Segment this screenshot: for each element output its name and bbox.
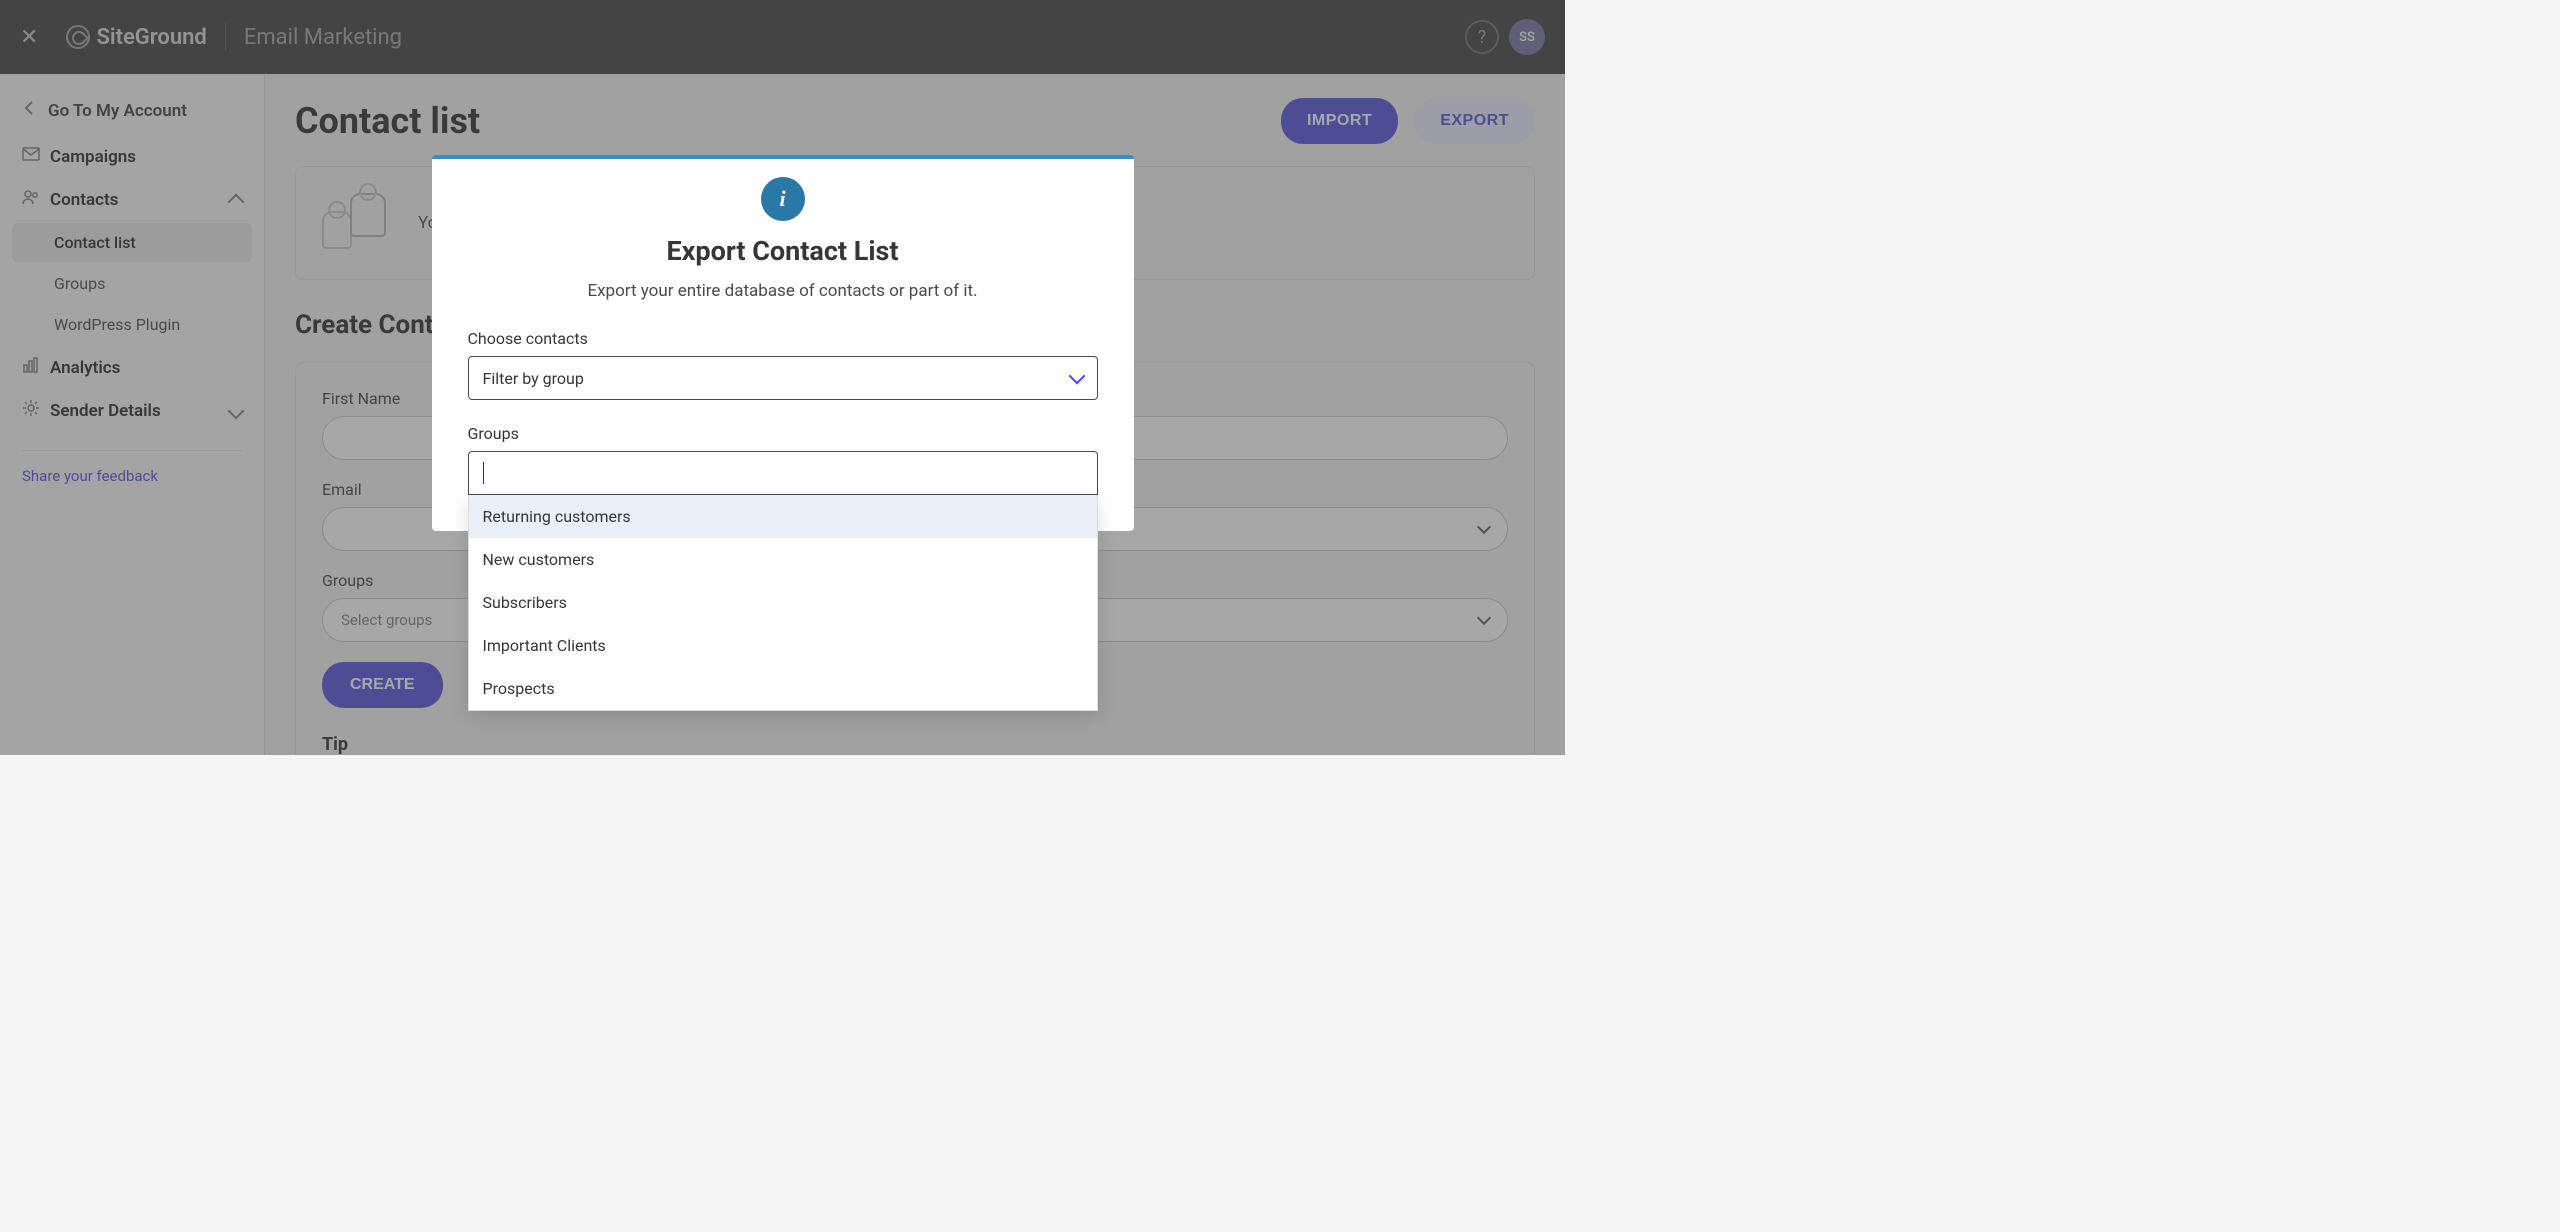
groups-filter-label: Groups <box>468 424 1098 443</box>
modal-title: Export Contact List <box>468 235 1098 267</box>
choose-contacts-label: Choose contacts <box>468 329 1098 348</box>
modal-overlay[interactable]: i Export Contact List Export your entire… <box>0 0 1565 755</box>
chevron-down-icon <box>1068 368 1085 385</box>
group-option[interactable]: Important Clients <box>469 624 1097 667</box>
groups-combobox: Returning customers New customers Subscr… <box>468 451 1098 495</box>
choose-contacts-select[interactable]: Filter by group <box>468 356 1098 400</box>
group-option[interactable]: Prospects <box>469 667 1097 710</box>
group-option[interactable]: Returning customers <box>469 495 1097 538</box>
group-option[interactable]: New customers <box>469 538 1097 581</box>
info-icon: i <box>761 177 805 221</box>
text-cursor <box>483 462 484 484</box>
choose-contacts-value: Filter by group <box>483 369 584 388</box>
groups-combobox-input[interactable] <box>468 451 1098 495</box>
modal-subtitle: Export your entire database of contacts … <box>468 281 1098 301</box>
group-option[interactable]: Subscribers <box>469 581 1097 624</box>
export-contact-list-modal: i Export Contact List Export your entire… <box>432 155 1134 531</box>
groups-dropdown: Returning customers New customers Subscr… <box>468 495 1098 711</box>
